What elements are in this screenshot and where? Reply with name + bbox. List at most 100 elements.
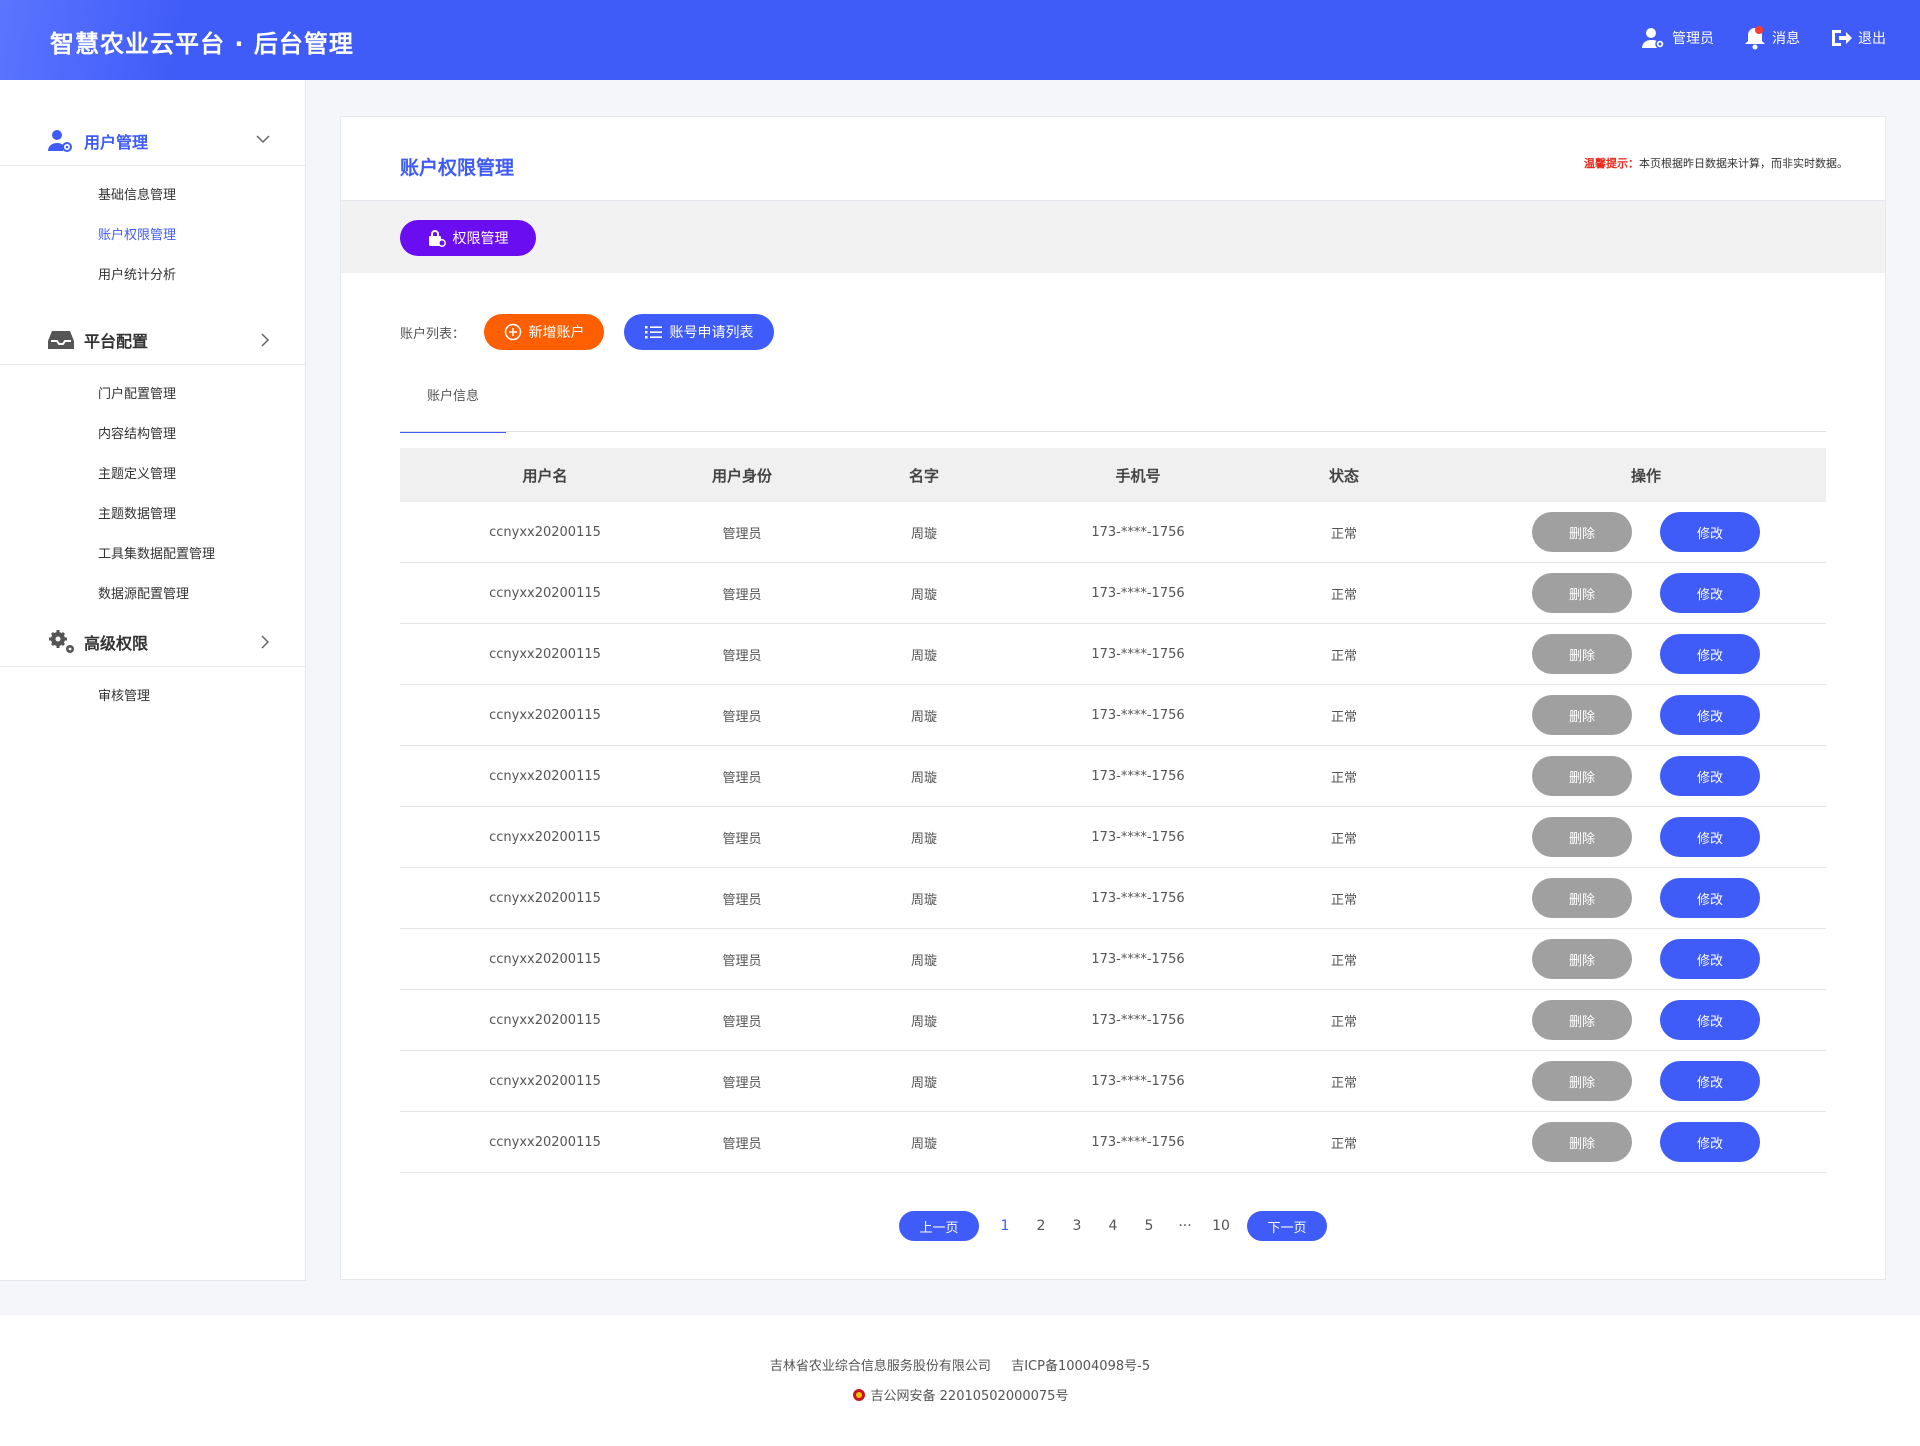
- edit-button[interactable]: 修改: [1660, 1061, 1760, 1101]
- pagination: 上一页 1 2 3 4 5 ··· 10 下一页: [341, 1211, 1885, 1241]
- sidebar-item-theme-data[interactable]: 主题数据管理: [0, 495, 306, 535]
- cell-username: ccnyxx20200115: [489, 1134, 601, 1150]
- sidebar-item-basic-info[interactable]: 基础信息管理: [0, 176, 306, 216]
- cell-phone: 173-****-1756: [1091, 1012, 1185, 1028]
- cell-role: 管理员: [722, 770, 762, 786]
- user-gear-icon: [48, 128, 78, 154]
- sidebar-item-audit[interactable]: 审核管理: [0, 677, 306, 717]
- sidebar-item-account-permission[interactable]: 账户权限管理: [0, 216, 306, 256]
- application-list-label: 账号申请列表: [669, 325, 754, 341]
- sidebar-item-datasource-config[interactable]: 数据源配置管理: [0, 575, 306, 615]
- message-button[interactable]: 消息: [1744, 26, 1800, 50]
- delete-button[interactable]: 删除: [1532, 1122, 1632, 1162]
- delete-button[interactable]: 删除: [1532, 817, 1632, 857]
- delete-button[interactable]: 删除: [1532, 756, 1632, 796]
- column-header-actions: 操作: [1630, 466, 1661, 485]
- sidebar-item-user-statistics[interactable]: 用户统计分析: [0, 256, 306, 296]
- edit-button[interactable]: 修改: [1660, 878, 1760, 918]
- page-number-3[interactable]: 3: [1059, 1218, 1095, 1234]
- sidebar-item-portal-config[interactable]: 门户配置管理: [0, 375, 306, 415]
- cell-username: ccnyxx20200115: [489, 707, 601, 723]
- sidebar-item-theme-definition[interactable]: 主题定义管理: [0, 455, 306, 495]
- page-number-4[interactable]: 4: [1095, 1218, 1131, 1234]
- delete-button[interactable]: 删除: [1532, 1061, 1632, 1101]
- cell-username: ccnyxx20200115: [489, 646, 601, 662]
- cell-status: 正常: [1330, 709, 1357, 725]
- cell-username: ccnyxx20200115: [489, 890, 601, 906]
- sidebar-group-header-platform[interactable]: 平台配置: [0, 315, 306, 365]
- edit-button[interactable]: 修改: [1660, 1122, 1760, 1162]
- cell-actions: 删除 修改: [1466, 756, 1826, 796]
- notice-hint: 温馨提示：本页根据昨日数据来计算，而非实时数据。: [1584, 155, 1848, 171]
- tab-underline: [400, 431, 1826, 432]
- gears-icon: [48, 629, 78, 655]
- bell-icon: [1745, 26, 1765, 50]
- toolbar-band: [341, 201, 1885, 273]
- edit-button[interactable]: 修改: [1660, 1000, 1760, 1040]
- cell-phone: 173-****-1756: [1091, 768, 1185, 784]
- cell-actions: 删除 修改: [1466, 512, 1826, 552]
- next-page-button[interactable]: 下一页: [1247, 1211, 1327, 1241]
- chevron-right-icon: [261, 635, 270, 649]
- cell-role: 管理员: [722, 1075, 762, 1091]
- cell-actions: 删除 修改: [1466, 878, 1826, 918]
- delete-button[interactable]: 删除: [1532, 634, 1632, 674]
- sidebar-group-label: 高级权限: [84, 633, 149, 653]
- footer-company: 吉林省农业综合信息服务股份有限公司: [769, 1359, 991, 1374]
- cell-actions: 删除 修改: [1466, 573, 1826, 613]
- hint-text: 本页根据昨日数据来计算，而非实时数据。: [1639, 157, 1848, 170]
- footer-icp[interactable]: 吉ICP备10004098号-5: [1011, 1359, 1150, 1374]
- cell-role: 管理员: [722, 831, 762, 847]
- page-number-2[interactable]: 2: [1023, 1218, 1059, 1234]
- delete-button[interactable]: 删除: [1532, 878, 1632, 918]
- sidebar-group-header-user[interactable]: 用户管理: [0, 116, 306, 166]
- sidebar-group-advanced-permission: 高级权限 审核管理: [0, 617, 306, 717]
- table-header: 用户名 用户身份 名字 手机号 状态 操作: [400, 448, 1826, 502]
- top-header: 智慧农业云平台 · 后台管理 管理员 消息 退出: [0, 0, 1920, 80]
- sidebar-submenu: 审核管理: [0, 667, 306, 717]
- cell-actions: 删除 修改: [1466, 817, 1826, 857]
- delete-button[interactable]: 删除: [1532, 939, 1632, 979]
- edit-button[interactable]: 修改: [1660, 634, 1760, 674]
- column-header-role: 用户身份: [711, 466, 772, 485]
- edit-button[interactable]: 修改: [1660, 695, 1760, 735]
- logout-button[interactable]: 退出: [1830, 26, 1886, 50]
- cell-role: 管理员: [722, 1014, 762, 1030]
- admin-button[interactable]: 管理员: [1642, 26, 1714, 50]
- cell-actions: 删除 修改: [1466, 1061, 1826, 1101]
- prev-page-button[interactable]: 上一页: [899, 1211, 979, 1241]
- edit-button[interactable]: 修改: [1660, 817, 1760, 857]
- delete-button[interactable]: 删除: [1532, 1000, 1632, 1040]
- page-number-10[interactable]: 10: [1203, 1218, 1239, 1234]
- edit-button[interactable]: 修改: [1660, 756, 1760, 796]
- delete-button[interactable]: 删除: [1532, 512, 1632, 552]
- page-number-5[interactable]: 5: [1131, 1218, 1167, 1234]
- add-account-button[interactable]: 新增账户: [484, 314, 604, 350]
- cell-username: ccnyxx20200115: [489, 768, 601, 784]
- cell-name: 周璇: [910, 587, 937, 603]
- delete-button[interactable]: 删除: [1532, 695, 1632, 735]
- page-number-1[interactable]: 1: [987, 1218, 1023, 1234]
- edit-button[interactable]: 修改: [1660, 512, 1760, 552]
- list-icon: [644, 326, 662, 339]
- cell-actions: 删除 修改: [1466, 939, 1826, 979]
- sidebar-submenu: 门户配置管理 内容结构管理 主题定义管理 主题数据管理 工具集数据配置管理 数据…: [0, 365, 306, 615]
- sidebar-group-header-advanced[interactable]: 高级权限: [0, 617, 306, 667]
- edit-button[interactable]: 修改: [1660, 939, 1760, 979]
- footer-company-line: 吉林省农业综合信息服务股份有限公司 吉ICP备10004098号-5: [0, 1355, 1920, 1374]
- permission-management-button[interactable]: 权限管理: [400, 220, 536, 256]
- table-row: ccnyxx20200115 管理员 周璇 173-****-1756 正常 删除 修改: [400, 929, 1826, 990]
- tab-account-info[interactable]: 账户信息: [400, 379, 506, 433]
- table-row: ccnyxx20200115 管理员 周璇 173-****-1756 正常 删除 修改: [400, 746, 1826, 807]
- footer-police-record[interactable]: 吉公网安备 22010502000075号: [871, 1385, 1069, 1404]
- sidebar-item-toolset-config[interactable]: 工具集数据配置管理: [0, 535, 306, 575]
- sidebar-item-content-structure[interactable]: 内容结构管理: [0, 415, 306, 455]
- message-label: 消息: [1772, 31, 1800, 47]
- column-header-phone: 手机号: [1115, 466, 1161, 485]
- cell-name: 周璇: [910, 648, 937, 664]
- cell-actions: 删除 修改: [1466, 695, 1826, 735]
- edit-button[interactable]: 修改: [1660, 573, 1760, 613]
- application-list-button[interactable]: 账号申请列表: [624, 314, 774, 350]
- delete-button[interactable]: 删除: [1532, 573, 1632, 613]
- cell-phone: 173-****-1756: [1091, 1134, 1185, 1150]
